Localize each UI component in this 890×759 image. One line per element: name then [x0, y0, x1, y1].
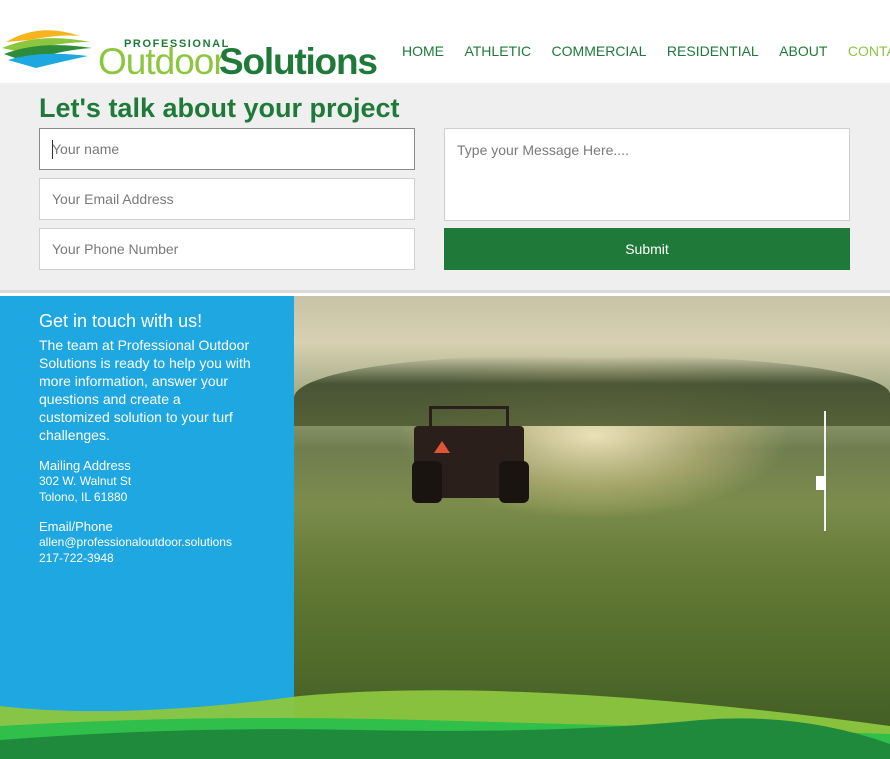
contact-info-section: Get in touch with us! The team at Profes… — [0, 296, 890, 759]
logo-solutions-text: Solutions — [219, 41, 378, 82]
mailing-address-label: Mailing Address — [39, 458, 131, 473]
nav-commercial[interactable]: COMMERCIAL — [552, 43, 647, 59]
submit-button[interactable]: Submit — [444, 228, 850, 270]
nav-about[interactable]: ABOUT — [779, 43, 827, 59]
tractor-wheel-left — [412, 461, 442, 503]
form-title: Let's talk about your project — [39, 93, 400, 123]
decorative-waves — [0, 690, 890, 759]
nav-athletic[interactable]: ATHLETIC — [464, 43, 531, 59]
address-line-1: 302 W. Walnut St — [39, 474, 132, 488]
email-link[interactable]: allen@professionaloutdoor.solutions — [39, 534, 254, 550]
site-logo[interactable]: PROFESSIONAL Outdoor Solutions — [0, 18, 380, 82]
golf-flag — [816, 476, 826, 490]
phone-link[interactable]: 217-722-3948 — [39, 550, 254, 566]
contact-text-block: Get in touch with us! The team at Profes… — [39, 311, 254, 566]
treeline-shape — [294, 356, 890, 426]
tractor-wheel-right — [499, 461, 529, 503]
logo-outdoor-text: Outdoor — [98, 41, 226, 82]
email-input[interactable]: Your Email Address — [39, 178, 415, 220]
email-phone-label: Email/Phone — [39, 519, 113, 534]
contact-heading: Get in touch with us! — [39, 311, 203, 331]
golf-flag-pole — [824, 411, 826, 531]
phone-input[interactable]: Your Phone Number — [39, 228, 415, 270]
address-line-2: Tolono, IL 61880 — [39, 490, 128, 504]
main-nav: HOME ATHLETIC COMMERCIAL RESIDENTIAL ABO… — [402, 43, 890, 61]
landscape-logo-icon — [0, 20, 92, 68]
message-textarea[interactable]: Type your Message Here.... — [444, 128, 850, 221]
nav-residential[interactable]: RESIDENTIAL — [667, 43, 759, 59]
site-header: PROFESSIONAL Outdoor Solutions HOME ATHL… — [0, 0, 890, 83]
nav-contact[interactable]: CONTACT — [848, 43, 890, 59]
contact-form-section: Let's talk about your project Your name … — [0, 83, 890, 293]
slow-moving-vehicle-sign — [434, 441, 450, 453]
nav-home[interactable]: HOME — [402, 43, 444, 59]
name-input[interactable]: Your name — [39, 128, 415, 170]
contact-description: The team at Professional Outdoor Solutio… — [39, 337, 251, 443]
